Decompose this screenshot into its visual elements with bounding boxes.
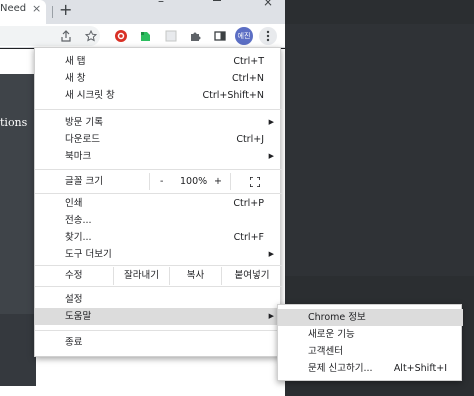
close-icon[interactable]: × <box>32 2 41 15</box>
menu-item-new-incognito[interactable]: 새 시크릿 창 Ctrl+Shift+N <box>35 87 282 104</box>
paste-button[interactable]: 붙여넣기 <box>221 267 282 285</box>
menu-item-shortcut: Ctrl+P <box>233 198 264 209</box>
toolbar: 에진 <box>0 24 285 48</box>
cut-button[interactable]: 잘라내기 <box>113 267 169 285</box>
menu-item-help[interactable]: 도움말 ▶ <box>35 308 282 325</box>
menu-item-cast[interactable]: 전송... <box>35 212 282 229</box>
menu-item-shortcut: Ctrl+F <box>233 232 264 243</box>
menu-divider <box>35 265 282 266</box>
chevron-right-icon: ▶ <box>268 118 274 126</box>
fullscreen-icon[interactable] <box>250 177 260 187</box>
menu-item-bookmarks[interactable]: 북마크 ▶ <box>35 148 282 165</box>
hero-text: tions <box>0 116 28 129</box>
maximize-icon[interactable] <box>213 0 221 1</box>
zoom-controls: - 100% + <box>149 173 231 190</box>
menu-divider <box>35 169 282 170</box>
hero-banner: tions <box>0 74 36 314</box>
chrome-menu: 새 탭 Ctrl+T 새 창 Ctrl+N 새 시크릿 창 Ctrl+Shift… <box>34 47 282 357</box>
menu-item-new-tab[interactable]: 새 탭 Ctrl+T <box>35 53 282 70</box>
menu-divider <box>35 286 282 287</box>
edit-label: 수정 <box>65 270 83 281</box>
menu-item-exit[interactable]: 종료 <box>35 334 282 351</box>
hero-lower-panel <box>0 314 36 386</box>
menu-divider <box>35 193 282 194</box>
submenu-item-shortcut: Alt+Shift+I <box>393 363 447 374</box>
submenu-item-label: 문제 신고하기... <box>308 363 373 374</box>
submenu-item-whats-new[interactable]: 새로운 기능 <box>278 326 463 343</box>
submenu-item-report-issue[interactable]: 문제 신고하기... Alt+Shift+I <box>278 360 463 377</box>
menu-item-label: 새 시크릿 창 <box>65 90 115 101</box>
menu-item-label: 인쇄 <box>65 198 83 209</box>
menu-item-shortcut: Ctrl+J <box>236 134 264 145</box>
menu-item-label: 도구 더보기 <box>65 249 112 260</box>
menu-divider <box>35 330 282 331</box>
menu-item-shortcut: Ctrl+Shift+N <box>202 90 264 101</box>
active-tab[interactable]: Need × <box>0 0 46 24</box>
bookmark-star-icon[interactable] <box>83 28 99 44</box>
zoom-label: 글꼴 크기 <box>65 176 103 187</box>
menu-item-zoom: 글꼴 크기 - 100% + <box>35 173 282 190</box>
menu-item-shortcut: Ctrl+N <box>232 73 264 84</box>
extension-grey-icon[interactable] <box>163 28 179 44</box>
more-menu-icon[interactable] <box>259 27 277 45</box>
tab-separator <box>52 6 53 18</box>
evernote-icon[interactable] <box>137 28 153 44</box>
copy-button[interactable]: 복사 <box>169 267 221 285</box>
submenu-item-about[interactable]: Chrome 정보 <box>278 309 463 326</box>
menu-item-edit: 수정 잘라내기 복사 붙여넣기 <box>35 267 282 285</box>
chevron-right-icon: ▶ <box>268 312 274 320</box>
menu-item-label: 전송... <box>65 215 92 226</box>
extensions-puzzle-icon[interactable] <box>187 28 203 44</box>
side-panel-icon[interactable] <box>212 28 228 44</box>
menu-item-label: 다운로드 <box>65 134 100 145</box>
submenu-item-label: 고객센터 <box>308 346 343 357</box>
window-close-icon[interactable]: × <box>263 0 273 9</box>
chevron-right-icon: ▶ <box>268 250 274 258</box>
minimize-icon[interactable]: – <box>158 0 164 8</box>
help-submenu: Chrome 정보 새로운 기능 고객센터 문제 신고하기... Alt+Shi… <box>277 304 463 381</box>
zoom-in-button[interactable]: + <box>214 173 222 190</box>
menu-item-label: 새 탭 <box>65 56 86 67</box>
zoom-out-button[interactable]: - <box>160 173 163 190</box>
menu-divider <box>35 109 282 110</box>
share-icon[interactable] <box>58 28 74 44</box>
tab-strip: Need × + – × <box>0 0 285 24</box>
menu-item-settings[interactable]: 설정 <box>35 291 282 308</box>
menu-item-more-tools[interactable]: 도구 더보기 ▶ <box>35 246 282 263</box>
menu-item-new-window[interactable]: 새 창 Ctrl+N <box>35 70 282 87</box>
submenu-item-label: Chrome 정보 <box>308 312 366 323</box>
chevron-right-icon: ▶ <box>268 152 274 160</box>
submenu-item-help-center[interactable]: 고객센터 <box>278 343 463 360</box>
menu-item-print[interactable]: 인쇄 Ctrl+P <box>35 195 282 212</box>
menu-item-label: 방문 기록 <box>65 117 103 128</box>
submenu-item-label: 새로운 기능 <box>308 329 355 340</box>
menu-item-downloads[interactable]: 다운로드 Ctrl+J <box>35 131 282 148</box>
zoom-level: 100% <box>180 176 208 187</box>
menu-item-label: 새 창 <box>65 73 86 84</box>
menu-item-label: 북마크 <box>65 151 92 162</box>
menu-item-label: 설정 <box>65 294 83 305</box>
extension-red-icon[interactable] <box>113 28 129 44</box>
tab-title: Need <box>0 3 27 14</box>
profile-avatar[interactable]: 에진 <box>235 27 253 45</box>
menu-item-label: 찾기... <box>65 232 92 243</box>
new-tab-button[interactable]: + <box>59 0 72 20</box>
menu-item-shortcut: Ctrl+T <box>233 56 264 67</box>
background-panel <box>285 24 474 276</box>
menu-item-label: 도움말 <box>65 311 92 322</box>
menu-item-history[interactable]: 방문 기록 ▶ <box>35 114 282 131</box>
menu-item-label: 종료 <box>65 337 83 348</box>
menu-item-find[interactable]: 찾기... Ctrl+F <box>35 229 282 246</box>
